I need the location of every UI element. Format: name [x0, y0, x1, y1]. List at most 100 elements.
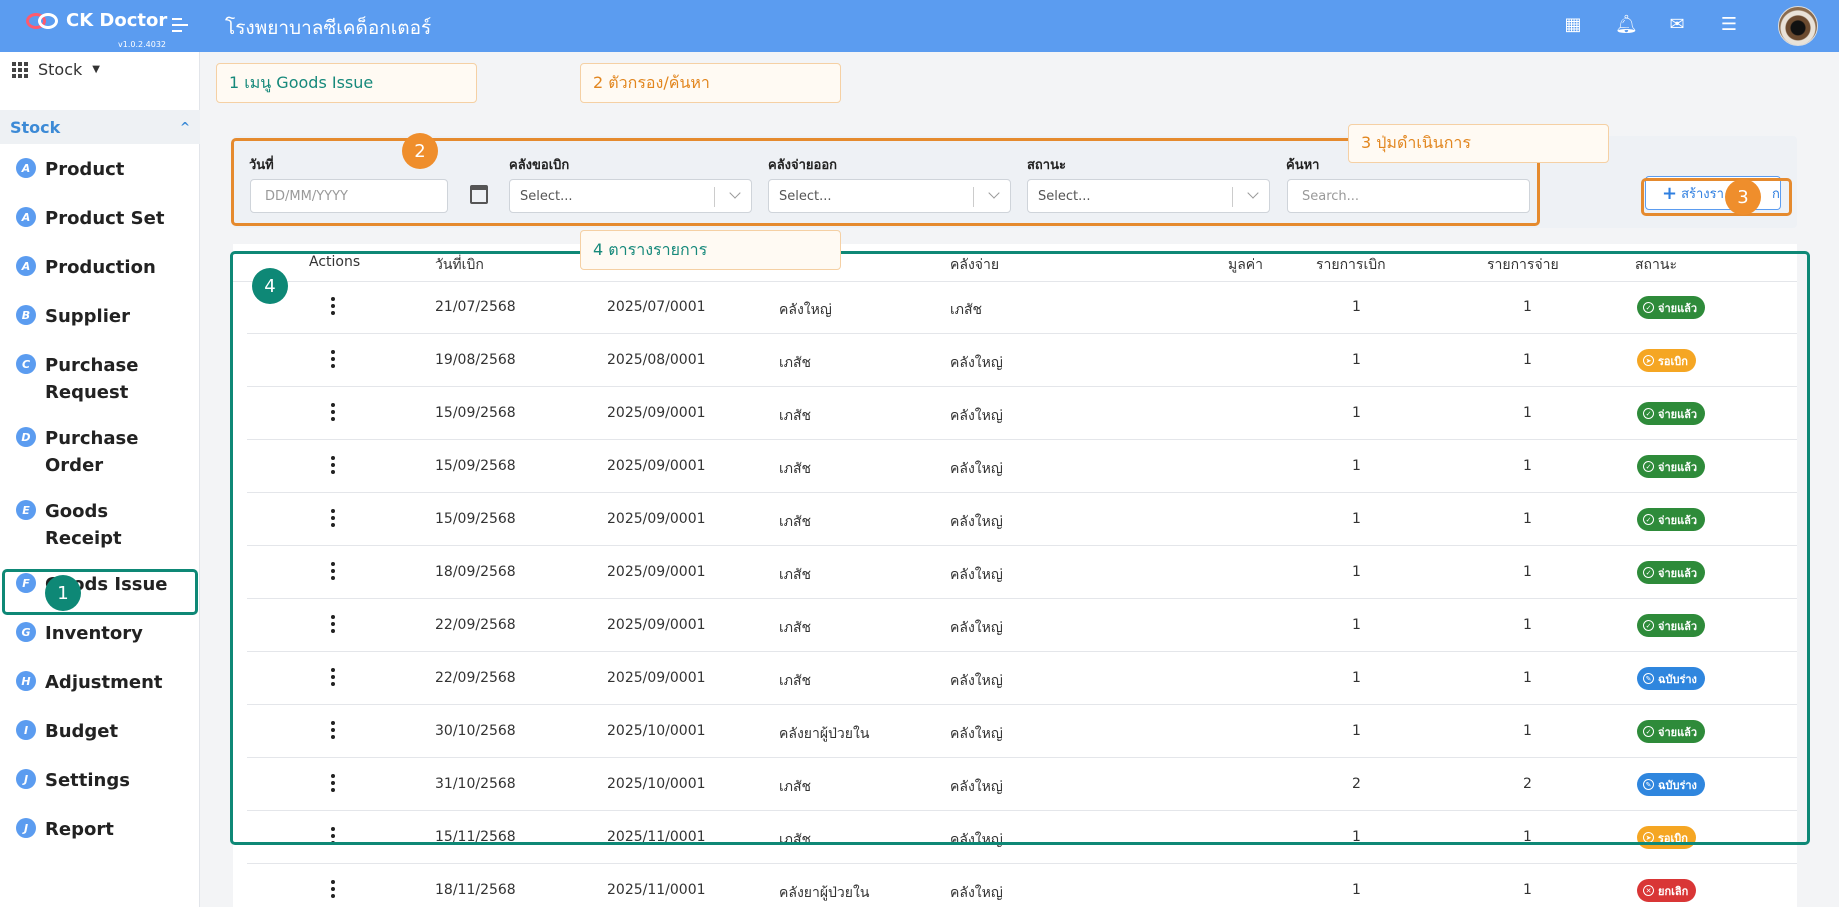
nav-letter-icon: E: [16, 500, 36, 520]
more-actions-icon[interactable]: [331, 774, 335, 795]
status-badge: ➤ รอเบิก: [1637, 826, 1696, 849]
tasks-icon[interactable]: ☰: [1719, 14, 1739, 35]
more-actions-icon[interactable]: [331, 403, 335, 424]
table-row[interactable]: 18/09/2568 2025/09/0001 เภสัช คลังใหญ่ 1 1 ✓ จ่…: [247, 546, 1797, 599]
callout-table: 4 ตารางรายการ: [580, 230, 841, 270]
issue-warehouse-select[interactable]: Select...: [768, 179, 1011, 213]
cell-request-wh: เภสัช: [779, 514, 812, 530]
more-actions-icon[interactable]: [331, 827, 335, 848]
menu-toggle-icon[interactable]: [172, 18, 190, 34]
status-label: จ่ายแล้ว: [1658, 619, 1698, 633]
cell-issue-wh: เภสัช: [950, 302, 983, 318]
cell-issue-wh: คลังใหญ่: [950, 461, 1003, 477]
table-row[interactable]: 18/11/2568 2025/11/0001 คลังยาผู้ป่วยใน คลั…: [247, 864, 1797, 907]
sidebar-item-product[interactable]: A Product: [0, 156, 200, 205]
nav-letter-icon: D: [16, 427, 36, 447]
user-avatar[interactable]: [1778, 6, 1818, 46]
cell-requested: 1: [1352, 617, 1361, 633]
sidebar-item-goods-receipt[interactable]: E Goods Receipt: [0, 498, 200, 571]
cell-issue-wh: คลังใหญ่: [950, 779, 1003, 795]
section-label: Stock: [10, 117, 61, 137]
sidebar-item-goods-issue[interactable]: F Goods Issue: [0, 571, 200, 620]
sidebar-nav: A Product A Product Set A Production B Supplier…: [0, 156, 200, 865]
cell-request-wh: คลังยาผู้ป่วยใน: [779, 726, 870, 742]
plus-icon: +: [1662, 182, 1678, 204]
nav-letter-icon: I: [16, 720, 36, 740]
mail-icon[interactable]: ✉: [1667, 14, 1687, 35]
status-label: จ่ายแล้ว: [1658, 301, 1698, 315]
table-row[interactable]: 15/09/2568 2025/09/0001 เภสัช คลังใหญ่ 1 1 ✓ จ่…: [247, 493, 1797, 546]
more-actions-icon[interactable]: [331, 350, 335, 371]
bell-icon[interactable]: 🔔︎: [1615, 14, 1638, 35]
sidebar-item-supplier[interactable]: B Supplier: [0, 303, 200, 352]
cell-doc-number: 2025/09/0001: [607, 511, 706, 527]
table-row[interactable]: 30/10/2568 2025/10/0001 คลังยาผู้ป่วยใน คลั…: [247, 705, 1797, 758]
more-actions-icon[interactable]: [331, 509, 335, 530]
cell-issue-wh: คลังใหญ่: [950, 620, 1003, 636]
calendar-icon[interactable]: [470, 185, 488, 204]
cell-requested: 1: [1352, 882, 1361, 898]
check-circle-icon: ✓: [1643, 514, 1654, 525]
sidebar-item-production[interactable]: A Production: [0, 254, 200, 303]
more-actions-icon[interactable]: [331, 880, 335, 901]
apps-grid-icon[interactable]: ▦: [1563, 14, 1583, 35]
table-row[interactable]: 31/10/2568 2025/10/0001 เภสัช คลังใหญ่ 2 2 ✎ ฉบ…: [247, 758, 1797, 811]
table-row[interactable]: 15/09/2568 2025/09/0001 เภสัช คลังใหญ่ 1 1 ✓ จ่…: [247, 440, 1797, 493]
table-row[interactable]: 15/09/2568 2025/09/0001 เภสัช คลังใหญ่ 1 1 ✓ จ่…: [247, 387, 1797, 440]
section-header-stock[interactable]: Stock ^: [0, 110, 200, 144]
more-actions-icon[interactable]: [331, 297, 335, 318]
table-row[interactable]: 22/09/2568 2025/09/0001 เภสัช คลังใหญ่ 1 1 ✓ จ่…: [247, 599, 1797, 652]
date-input[interactable]: DD/MM/YYYY: [250, 179, 448, 213]
x-circle-icon: ✕: [1643, 885, 1654, 896]
cell-requested: 1: [1352, 511, 1361, 527]
app-logo[interactable]: CK Doctor: [26, 10, 167, 31]
status-label: รอเบิก: [1658, 354, 1688, 368]
check-circle-icon: ✓: [1643, 620, 1654, 631]
cell-requested: 1: [1352, 458, 1361, 474]
more-actions-icon[interactable]: [331, 721, 335, 742]
sidebar-item-inventory[interactable]: G Inventory: [0, 620, 200, 669]
issue-warehouse-label: คลังจ่ายออก: [768, 158, 838, 173]
sidebar-item-product-set[interactable]: A Product Set: [0, 205, 200, 254]
more-actions-icon[interactable]: [331, 615, 335, 636]
cell-request-wh: คลังยาผู้ป่วยใน: [779, 885, 870, 901]
cell-doc-number: 2025/09/0001: [607, 617, 706, 633]
cell-doc-number: 2025/07/0001: [607, 299, 706, 315]
cell-date: 22/09/2568: [435, 670, 516, 686]
search-input[interactable]: Search...: [1287, 179, 1530, 213]
sidebar-item-purchase-order[interactable]: D Purchase Order: [0, 425, 200, 498]
status-badge: ✓ จ่ายแล้ว: [1637, 508, 1706, 531]
table-row[interactable]: 19/08/2568 2025/08/0001 เภสัช คลังใหญ่ 1 1 ➤ รอ…: [247, 334, 1797, 387]
send-icon: ➤: [1643, 832, 1654, 843]
cell-issued: 1: [1523, 511, 1532, 527]
check-circle-icon: ✓: [1643, 461, 1654, 472]
table-row[interactable]: 22/09/2568 2025/09/0001 เภสัช คลังใหญ่ 1 1 ✎ ฉบ…: [247, 652, 1797, 705]
sidebar-item-label: Settings: [45, 770, 130, 791]
more-actions-icon[interactable]: [331, 562, 335, 583]
sidebar-item-adjustment[interactable]: H Adjustment: [0, 669, 200, 718]
sidebar-item-settings[interactable]: J Settings: [0, 767, 200, 816]
module-switcher[interactable]: Stock ▼: [12, 60, 100, 79]
cell-date: 30/10/2568: [435, 723, 516, 739]
sidebar-item-budget[interactable]: I Budget: [0, 718, 200, 767]
cell-requested: 1: [1352, 670, 1361, 686]
table-row[interactable]: 15/11/2568 2025/11/0001 เภสัช คลังใหญ่ 1 1 ➤ รอ…: [247, 811, 1797, 864]
more-actions-icon[interactable]: [331, 456, 335, 477]
request-warehouse-select[interactable]: Select...: [509, 179, 752, 213]
sidebar-item-purchase-request[interactable]: C Purchase Request: [0, 352, 200, 425]
marker-3: 3: [1725, 179, 1761, 215]
cell-doc-number: 2025/10/0001: [607, 723, 706, 739]
status-select[interactable]: Select...: [1027, 179, 1270, 213]
cell-request-wh: เภสัช: [779, 567, 812, 583]
status-label: ยกเลิก: [1658, 884, 1689, 898]
col-actions: Actions: [309, 254, 361, 270]
table-row[interactable]: 21/07/2568 2025/07/0001 คลังใหญ่ เภสัช 1 1 ✓ จ่…: [247, 281, 1797, 334]
cell-issue-wh: คลังใหญ่: [950, 355, 1003, 371]
cell-issued: 1: [1523, 405, 1532, 421]
cell-doc-number: 2025/11/0001: [607, 882, 706, 898]
grid-icon: [12, 61, 28, 78]
more-actions-icon[interactable]: [331, 668, 335, 689]
col-issue-wh: คลังจ่าย: [950, 257, 1000, 273]
sidebar-item-report[interactable]: J Report: [0, 816, 200, 865]
cell-issue-wh: คลังใหญ่: [950, 567, 1003, 583]
